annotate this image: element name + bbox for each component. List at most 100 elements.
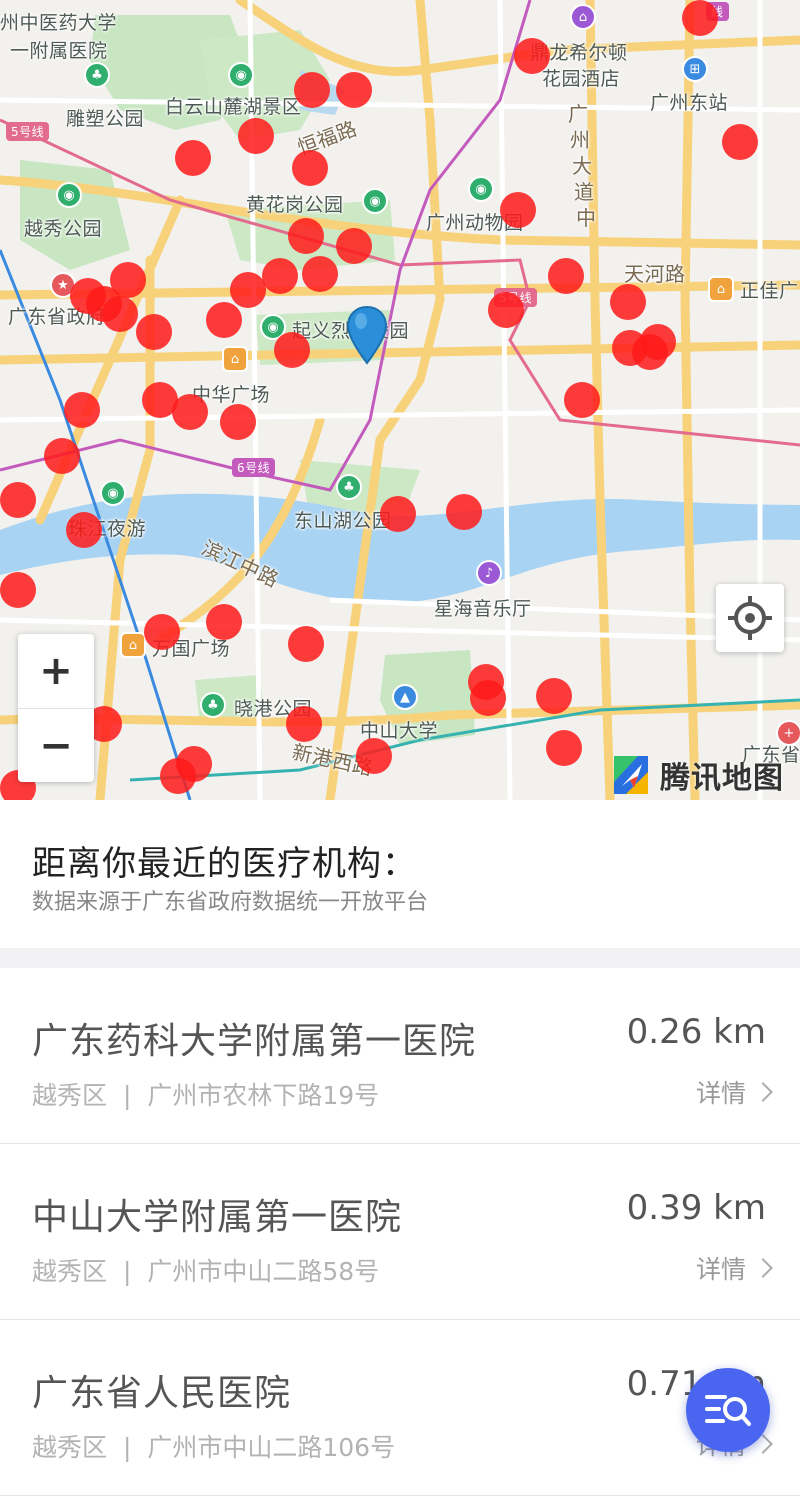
- hospital-marker[interactable]: [500, 192, 536, 228]
- hospital-marker[interactable]: [44, 438, 80, 474]
- hospital-marker[interactable]: [640, 324, 676, 360]
- hospital-address: 越秀区 | 广州市中山二路58号: [32, 1252, 379, 1288]
- hospital-marker[interactable]: [262, 258, 298, 294]
- hospital-marker[interactable]: [302, 256, 338, 292]
- hospital-icon: +: [776, 720, 800, 746]
- hospital-marker[interactable]: [160, 758, 196, 794]
- address-separator: |: [122, 1081, 132, 1110]
- detail-label: 详情: [695, 1255, 746, 1284]
- data-source-note: 数据来源于广东省政府数据统一开放平台: [32, 890, 429, 915]
- hospital-marker[interactable]: [336, 228, 372, 264]
- detail-label: 详情: [695, 1079, 746, 1108]
- hospital-district: 越秀区: [32, 1081, 108, 1110]
- hospital-marker[interactable]: [336, 72, 372, 108]
- hospital-marker[interactable]: [64, 392, 100, 428]
- map-provider-logo: 腾讯地图: [608, 752, 784, 798]
- hotel-icon: ⌂: [570, 4, 596, 30]
- hospital-marker[interactable]: [514, 38, 550, 74]
- map-label-gz-ave-5: 中: [576, 206, 597, 230]
- hospital-marker[interactable]: [548, 258, 584, 294]
- map-label-hilton-2: 花园酒店: [542, 68, 621, 90]
- shopping-icon: ⌂: [708, 276, 734, 302]
- map-label-hospital: 州中医药大学: [0, 12, 118, 34]
- hospital-marker[interactable]: [238, 118, 274, 154]
- map-label-gz-ave-4: 道: [574, 180, 595, 204]
- hospital-name: 中山大学附属第一医院: [32, 1197, 403, 1238]
- detail-link[interactable]: 详情: [695, 1074, 773, 1110]
- park-icon: ♣: [84, 62, 110, 88]
- search-list-button[interactable]: [686, 1368, 770, 1452]
- location-pin-icon[interactable]: [345, 305, 389, 367]
- hospital-district: 越秀区: [32, 1433, 108, 1462]
- hospital-marker[interactable]: [294, 72, 330, 108]
- university-icon: ▲: [392, 684, 418, 710]
- hospital-marker[interactable]: [564, 382, 600, 418]
- zoom-in-button[interactable]: +: [18, 634, 94, 708]
- map-label-dongshanhu-park: 东山湖公园: [294, 510, 392, 532]
- map-label-gz-ave-2: 州: [570, 128, 591, 152]
- hospital-marker[interactable]: [446, 494, 482, 530]
- map-label-gz-ave-1: 广: [568, 102, 589, 126]
- hospital-marker[interactable]: [220, 404, 256, 440]
- hospital-street: 广州市中山二路106号: [147, 1433, 396, 1462]
- hospital-marker[interactable]: [230, 272, 266, 308]
- hospital-street: 广州市农林下路19号: [147, 1081, 380, 1110]
- hospital-marker[interactable]: [356, 738, 392, 774]
- map-label-huanghuagang: 黄花岗公园: [246, 194, 344, 216]
- section-divider: [0, 948, 800, 968]
- zoom-out-button[interactable]: −: [18, 708, 94, 782]
- metro-badge-6: 6号线: [232, 458, 276, 477]
- hospital-marker[interactable]: [0, 572, 36, 608]
- hospital-marker[interactable]: [288, 218, 324, 254]
- hospital-distance: 0.39 km: [626, 1188, 766, 1228]
- hospital-marker[interactable]: [274, 332, 310, 368]
- hospital-marker[interactable]: [610, 284, 646, 320]
- hospital-marker[interactable]: [288, 626, 324, 662]
- hospital-marker[interactable]: [136, 314, 172, 350]
- hospital-distance: 0.26 km: [626, 1012, 766, 1052]
- map-label-baiyun: 白云山麓湖景区: [165, 96, 302, 118]
- search-list-icon: [705, 1395, 751, 1426]
- list-item[interactable]: 中山大学附属第一医院 0.39 km 越秀区 | 广州市中山二路58号 详情: [0, 1144, 800, 1320]
- map-label-zhengjia: 正佳广: [740, 280, 799, 302]
- map-label-gz-east: 广州东站: [650, 92, 729, 114]
- hospital-marker[interactable]: [175, 140, 211, 176]
- hospital-marker[interactable]: [206, 604, 242, 640]
- hospital-marker[interactable]: [0, 482, 36, 518]
- camera-icon: ◉: [228, 62, 254, 88]
- hospital-marker[interactable]: [206, 302, 242, 338]
- chevron-right-icon: [753, 1082, 773, 1102]
- section-title: 距离你最近的医疗机构：: [32, 844, 417, 884]
- music-icon: ♪: [476, 560, 502, 586]
- list-item[interactable]: 广东药科大学附属第一医院 0.26 km 越秀区 | 广州市农林下路19号 详情: [0, 968, 800, 1144]
- shopping-icon: ⌂: [120, 632, 146, 658]
- hospital-marker[interactable]: [488, 292, 524, 328]
- hospital-marker[interactable]: [172, 394, 208, 430]
- hospital-marker[interactable]: [722, 124, 758, 160]
- hospital-marker[interactable]: [102, 296, 138, 332]
- train-icon: ⊞: [682, 56, 708, 82]
- hospital-marker[interactable]: [536, 678, 572, 714]
- camera-icon: ◉: [56, 182, 82, 208]
- zoom-control: + −: [18, 634, 94, 782]
- map-label-xinghai-hall: 星海音乐厅: [434, 598, 532, 620]
- locate-me-button[interactable]: [716, 584, 784, 652]
- hospital-marker[interactable]: [286, 706, 322, 742]
- hospital-marker[interactable]: [292, 150, 328, 186]
- hospital-marker[interactable]: [470, 680, 506, 716]
- hospital-address: 越秀区 | 广州市农林下路19号: [32, 1076, 379, 1112]
- camera-icon: ◉: [100, 480, 126, 506]
- hospital-marker[interactable]: [66, 512, 102, 548]
- camera-icon: ◉: [362, 188, 388, 214]
- hospital-street: 广州市中山二路58号: [147, 1257, 380, 1286]
- shopping-icon: ⌂: [222, 346, 248, 372]
- map-view[interactable]: 州中医药大学 一附属医院 雕塑公园 白云山麓湖景区 恒福路 黄花岗公园 广州动物…: [0, 0, 800, 800]
- list-item[interactable]: 广东省人民医院 0.71 km 越秀区 | 广州市中山二路106号 详情: [0, 1320, 800, 1496]
- crosshair-icon: [728, 596, 772, 640]
- hospital-marker[interactable]: [380, 496, 416, 532]
- detail-link[interactable]: 详情: [695, 1250, 773, 1286]
- hospital-marker[interactable]: [546, 730, 582, 766]
- address-separator: |: [122, 1257, 132, 1286]
- hospital-marker[interactable]: [144, 614, 180, 650]
- hospital-marker[interactable]: [682, 0, 718, 36]
